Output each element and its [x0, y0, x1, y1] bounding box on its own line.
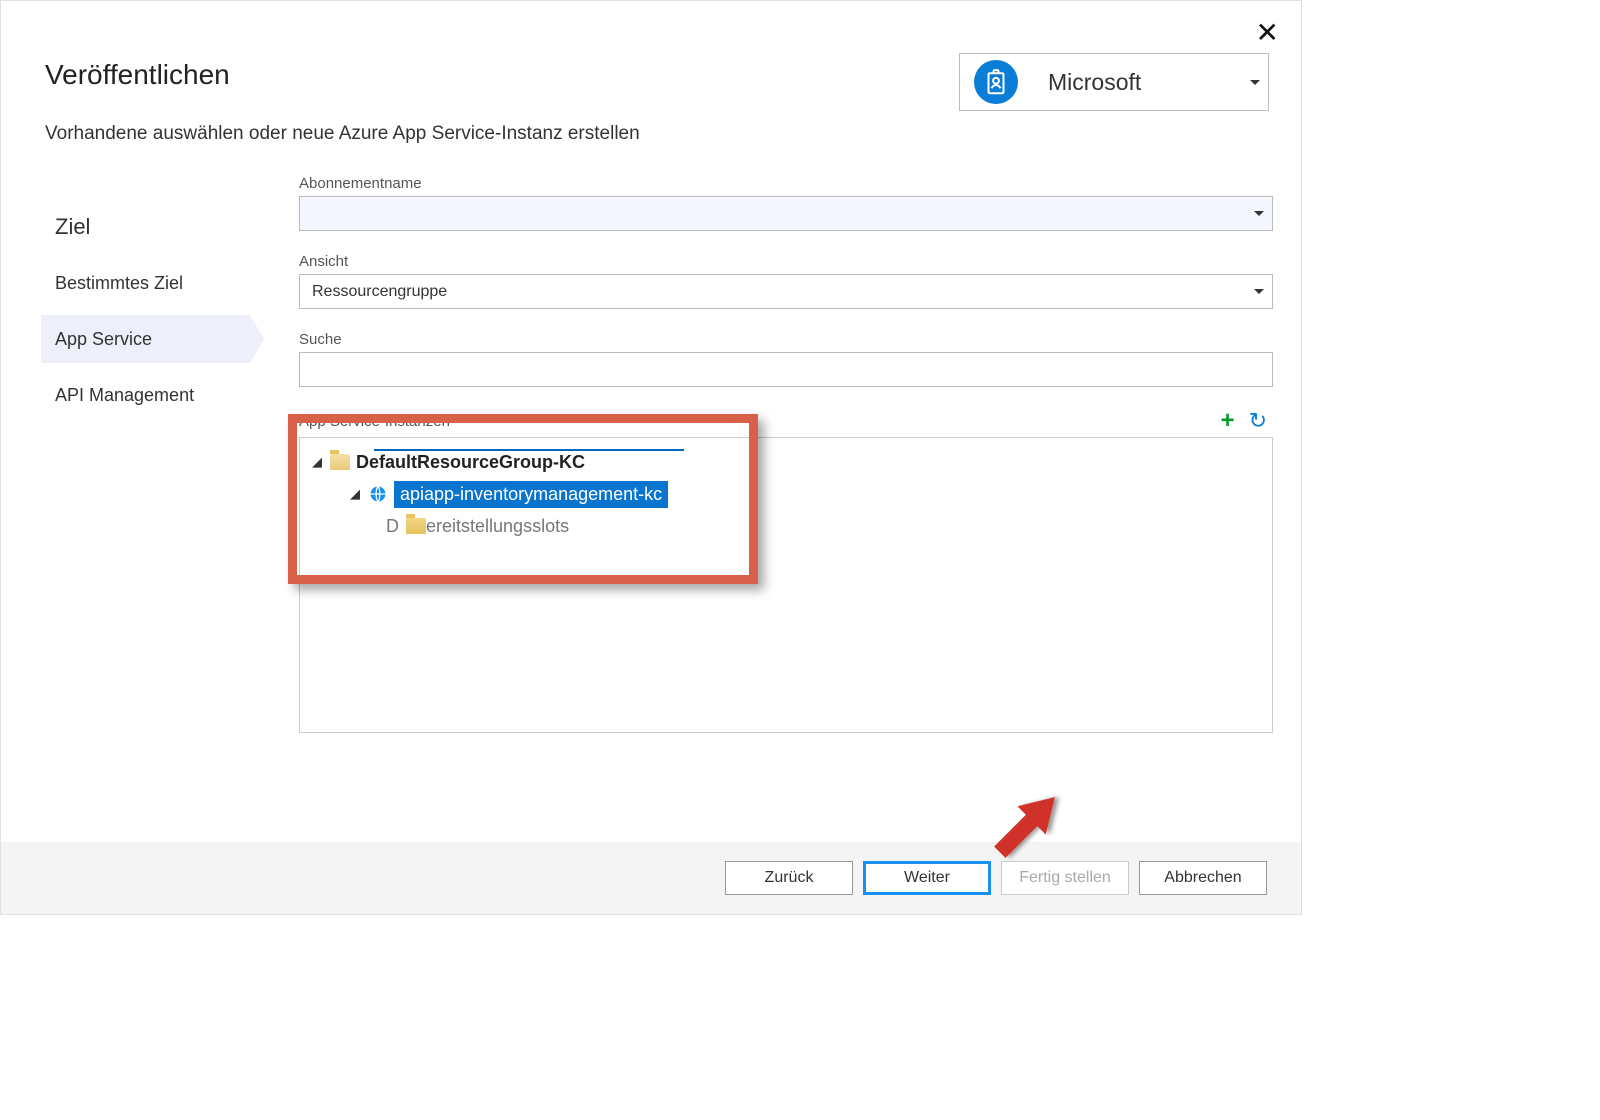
finish-button: Fertig stellen: [1001, 861, 1129, 895]
sidebar-item-label: API Management: [55, 385, 194, 406]
add-instance-button[interactable]: +: [1221, 409, 1235, 433]
badge-icon: [974, 60, 1018, 104]
tree-row-slots[interactable]: D Bereitstellungsslots: [306, 510, 1266, 542]
account-selector[interactable]: Microsoft: [959, 53, 1269, 111]
wizard-sidebar: Ziel Bestimmtes Ziel App Service API Man…: [41, 175, 251, 733]
view-value: Ressourcengruppe: [312, 283, 447, 301]
folder-icon: [330, 454, 350, 470]
tree-row-app[interactable]: ◢ apiapp-inventorymanagement-kc: [306, 478, 1266, 510]
account-label: Microsoft: [1018, 69, 1250, 96]
sidebar-item-app-service[interactable]: App Service: [41, 315, 251, 363]
subscription-label: Abonnementname: [299, 175, 1273, 192]
back-button[interactable]: Zurück: [725, 861, 853, 895]
expand-toggle-icon[interactable]: ◢: [310, 454, 324, 470]
instances-tree[interactable]: ◢ DefaultResourceGroup-KC ◢ apiapp-inven…: [299, 437, 1273, 733]
publish-dialog: ✕ Microsoft Veröffentlichen Vorhandene a…: [0, 0, 1302, 915]
sidebar-item-api-management[interactable]: API Management: [41, 371, 251, 419]
instances-label: App Service-Instanzen: [299, 413, 450, 430]
resource-group-name: DefaultResourceGroup-KC: [356, 452, 585, 473]
tree-row-resource-group[interactable]: ◢ DefaultResourceGroup-KC: [306, 446, 1266, 478]
sidebar-item-label: Ziel: [55, 214, 90, 240]
sidebar-item-label: Bestimmtes Ziel: [55, 273, 183, 294]
cancel-button[interactable]: Abbrechen: [1139, 861, 1267, 895]
view-dropdown[interactable]: Ressourcengruppe: [299, 274, 1273, 309]
main-panel: Abonnementname Ansicht Ressourcengruppe …: [251, 175, 1281, 733]
globe-icon: [368, 484, 388, 504]
dialog-footer: Zurück Weiter Fertig stellen Abbrechen: [1, 842, 1301, 914]
sidebar-item-specific-target[interactable]: Bestimmtes Ziel: [41, 259, 251, 307]
app-name: apiapp-inventorymanagement-kc: [394, 481, 668, 508]
chevron-down-icon: [1254, 289, 1264, 294]
chevron-down-icon: [1254, 211, 1264, 216]
search-input[interactable]: [299, 352, 1273, 387]
slots-prefix: D: [386, 516, 400, 537]
view-label: Ansicht: [299, 253, 1273, 270]
sidebar-item-target[interactable]: Ziel: [41, 203, 251, 251]
folder-icon: [406, 518, 426, 534]
slots-label: Bereitstellungsslots: [414, 516, 569, 537]
chevron-down-icon: [1250, 80, 1260, 85]
expand-toggle-icon[interactable]: ◢: [348, 486, 362, 502]
next-button[interactable]: Weiter: [863, 861, 991, 895]
page-subtitle: Vorhandene auswählen oder neue Azure App…: [45, 123, 1257, 145]
subscription-dropdown[interactable]: [299, 196, 1273, 231]
close-button[interactable]: ✕: [1256, 19, 1279, 47]
refresh-button[interactable]: ↻: [1249, 409, 1267, 433]
search-label: Suche: [299, 331, 1273, 348]
sidebar-item-label: App Service: [55, 329, 152, 350]
